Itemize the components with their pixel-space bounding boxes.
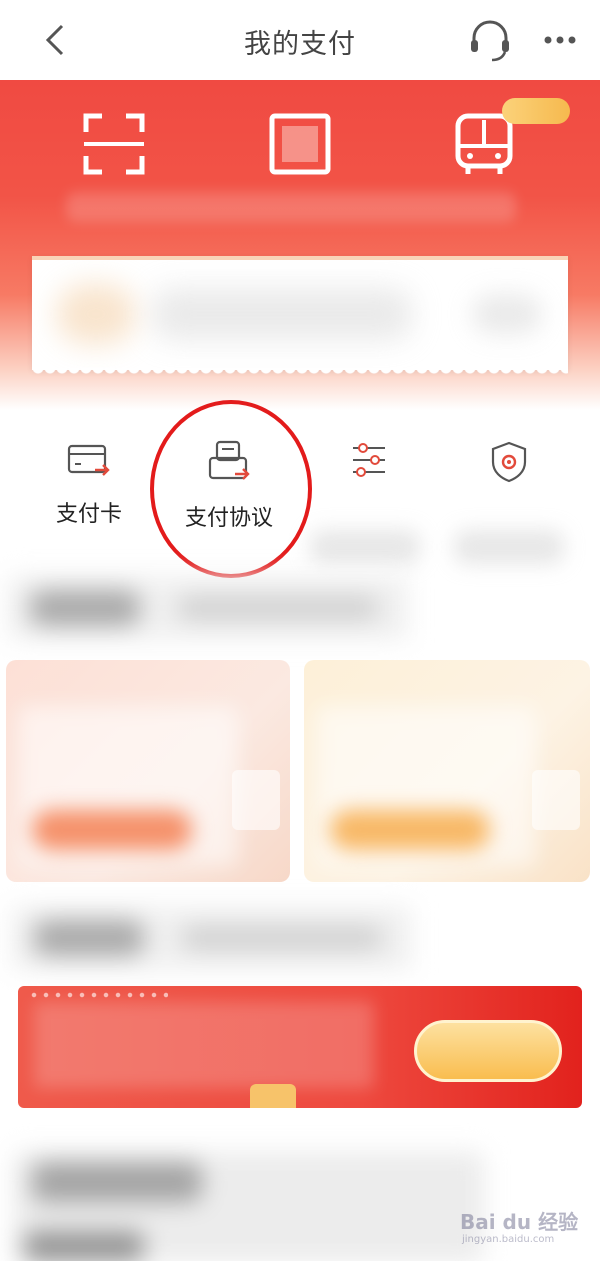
menu-item-settings[interactable] xyxy=(304,440,434,564)
headset-icon[interactable] xyxy=(466,16,514,64)
scan-icon[interactable] xyxy=(82,112,146,176)
blurred-section-header xyxy=(8,576,408,640)
promo-card-left[interactable] xyxy=(6,660,290,882)
red-envelope-icon xyxy=(250,1084,296,1108)
security-shield-icon xyxy=(491,441,527,483)
card-decoration xyxy=(232,770,280,830)
menu-item-payment-card[interactable]: 支付卡 xyxy=(24,440,154,550)
bus-icon[interactable] xyxy=(452,112,516,176)
watermark: Bai du 经验 xyxy=(460,1210,579,1234)
promo-card-right[interactable] xyxy=(304,660,590,882)
blurred-content xyxy=(30,590,140,626)
blurred-section-header xyxy=(12,906,412,970)
card-decoration xyxy=(532,770,580,830)
blurred-text xyxy=(66,192,516,222)
blurred-content xyxy=(178,596,378,620)
blurred-content xyxy=(182,926,382,950)
watermark-url: jingyan.baidu.com xyxy=(462,1234,555,1245)
blurred-content xyxy=(56,284,136,344)
promo-badge xyxy=(502,98,570,124)
highlight-circle xyxy=(150,400,312,578)
bank-card-icon xyxy=(67,444,110,476)
payment-banner xyxy=(0,80,600,410)
promo-banner[interactable] xyxy=(18,986,582,1108)
blurred-content xyxy=(24,1232,144,1261)
menu-item-security[interactable] xyxy=(444,440,574,564)
blurred-section xyxy=(14,1152,484,1261)
blurred-content xyxy=(32,1162,202,1202)
blurred-button xyxy=(330,810,490,850)
blurred-content xyxy=(152,288,412,340)
blurred-button xyxy=(32,810,192,850)
settings-sliders-icon xyxy=(353,443,385,477)
blurred-content xyxy=(472,294,542,334)
blurred-label xyxy=(454,530,564,564)
promo-action-button[interactable] xyxy=(414,1020,562,1082)
dots-decoration xyxy=(28,992,168,998)
top-navigation-bar: 我的支付 xyxy=(0,0,600,80)
blurred-content xyxy=(34,920,144,956)
more-dots-icon[interactable] xyxy=(540,22,580,58)
blurred-label xyxy=(310,530,420,564)
payment-code-icon[interactable] xyxy=(268,112,332,176)
balance-card[interactable] xyxy=(32,256,568,378)
blurred-content xyxy=(34,1002,374,1088)
menu-item-label: 支付卡 xyxy=(55,502,122,527)
